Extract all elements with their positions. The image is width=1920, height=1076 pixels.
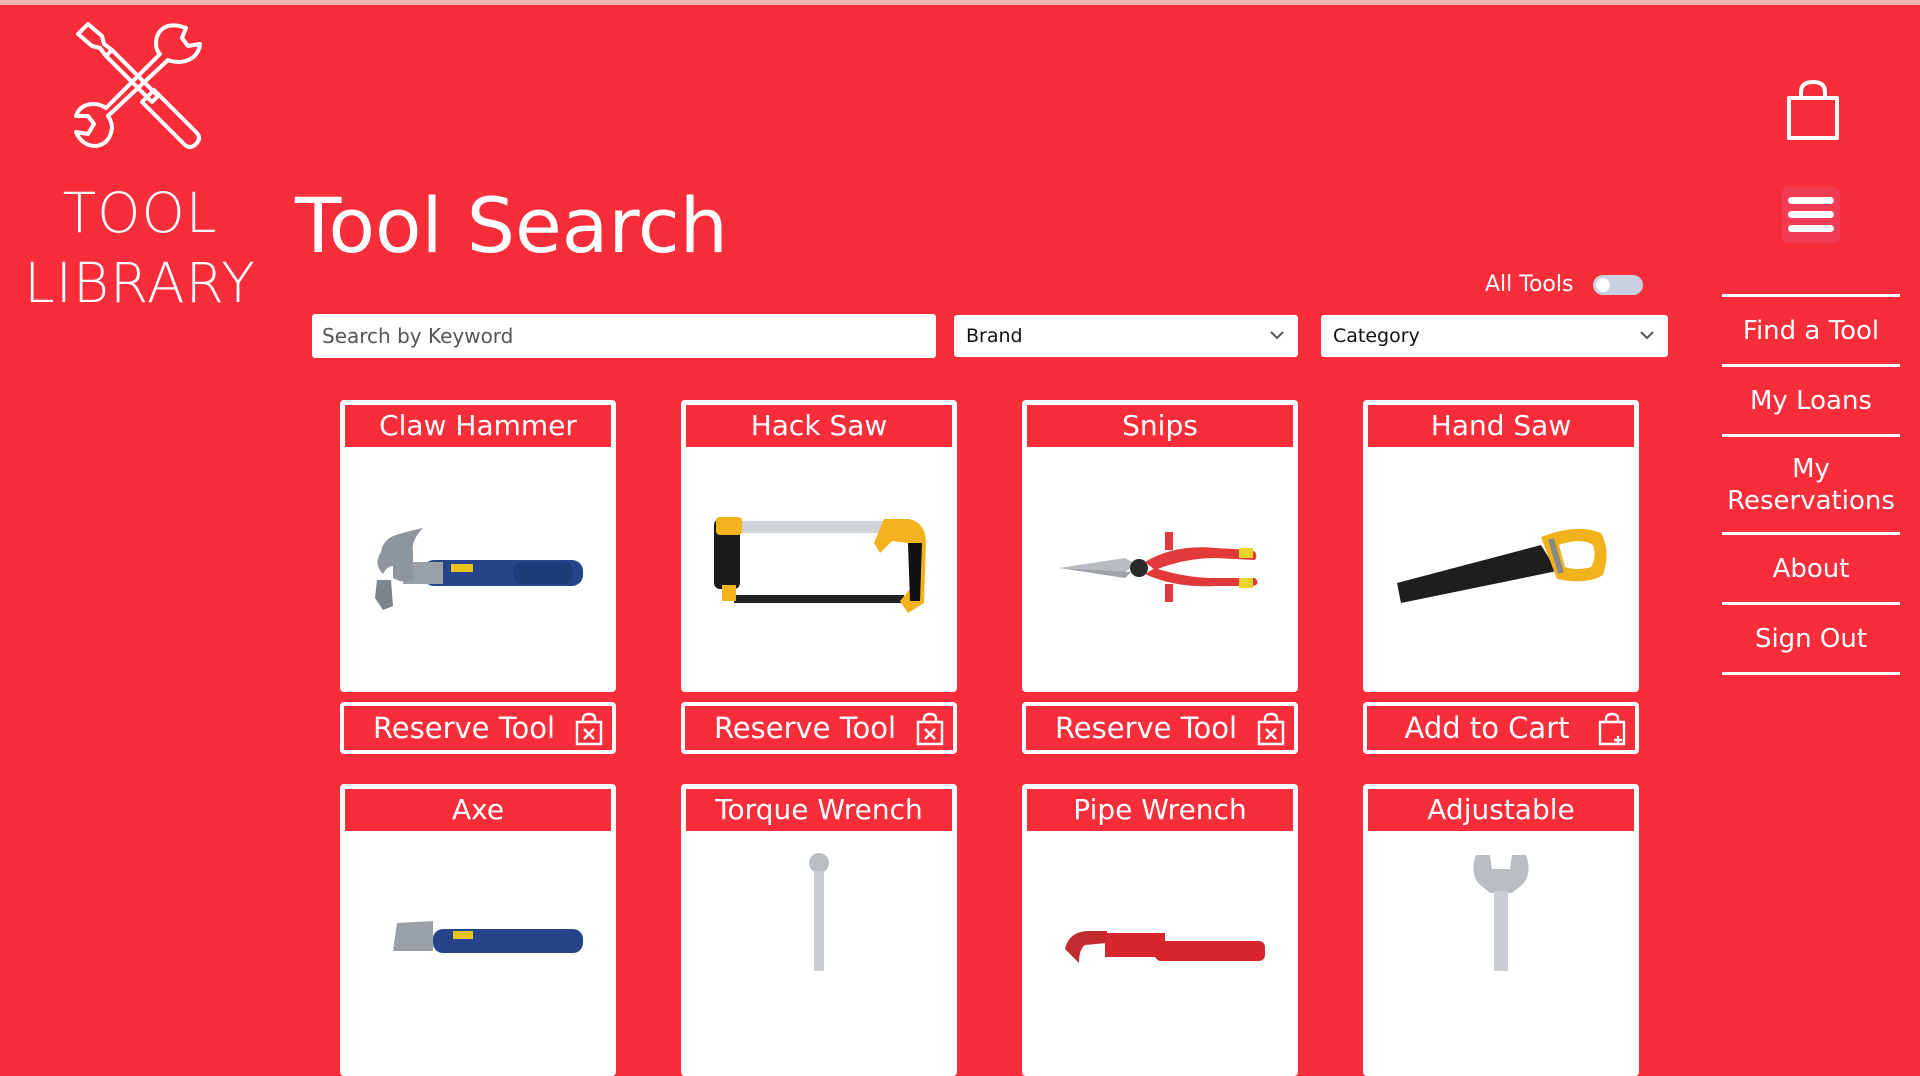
tool-card-body[interactable]: Adjustable <box>1363 784 1639 1076</box>
reserve-tool-label: Reserve Tool <box>372 711 556 745</box>
add-to-cart-label: Add to Cart <box>1404 711 1570 745</box>
brand-select-value: Brand <box>966 325 1023 347</box>
tool-image <box>1022 447 1298 689</box>
keyword-search-input[interactable] <box>312 314 936 358</box>
all-tools-toggle[interactable] <box>1593 274 1644 295</box>
nav-item-my-reservations-line1: My <box>1792 454 1830 484</box>
claw-hammer-icon <box>375 528 583 610</box>
brand-select[interactable]: Brand <box>954 315 1298 357</box>
tool-image <box>681 447 957 689</box>
tool-image <box>681 831 957 1073</box>
adjustable-wrench-icon <box>1473 855 1529 971</box>
nav-item-about[interactable]: About <box>1722 532 1900 602</box>
reserve-tool-label: Reserve Tool <box>1054 711 1238 745</box>
bag-plus-icon <box>1598 712 1626 746</box>
tool-image <box>1363 447 1639 689</box>
tool-card-body[interactable]: Snips <box>1022 400 1298 692</box>
tool-card-body[interactable]: Hack Saw <box>681 400 957 692</box>
tool-card-title: Hand Saw <box>1368 405 1634 447</box>
bag-x-icon <box>1257 712 1285 746</box>
hamburger-icon <box>1788 197 1834 232</box>
tool-card-body[interactable]: Pipe Wrench <box>1022 784 1298 1076</box>
reserve-tool-button[interactable]: Reserve Tool <box>1022 702 1298 754</box>
tool-card-title: Hack Saw <box>686 405 952 447</box>
hamburger-menu-button[interactable] <box>1782 187 1840 243</box>
nav-item-my-reservations-line2: Reservations <box>1727 486 1895 516</box>
tool-image <box>340 831 616 1073</box>
wrench-screwdriver-icon <box>74 22 202 149</box>
logo-text-line2: LIBRARY <box>24 251 256 315</box>
tool-card-body[interactable]: Claw Hammer <box>340 400 616 692</box>
hack-saw-icon <box>714 517 926 613</box>
nav-item-my-reservations[interactable]: My Reservations <box>1722 434 1900 532</box>
tool-card-title: Snips <box>1027 405 1293 447</box>
reserve-tool-label: Reserve Tool <box>713 711 897 745</box>
toggle-knob <box>1596 277 1611 292</box>
nav-item-sign-out[interactable]: Sign Out <box>1722 602 1900 675</box>
snips-icon <box>1059 532 1258 602</box>
hand-saw-icon <box>1397 528 1607 603</box>
tool-card-title: Axe <box>345 789 611 831</box>
chevron-down-icon <box>1270 331 1284 340</box>
tool-card-title: Torque Wrench <box>686 789 952 831</box>
category-select[interactable]: Category <box>1321 315 1668 357</box>
tool-card-body[interactable]: Hand Saw <box>1363 400 1639 692</box>
site-logo[interactable]: TOOL LIBRARY <box>0 20 280 318</box>
tool-card-title: Adjustable <box>1368 789 1634 831</box>
torque-wrench-icon <box>809 853 829 971</box>
all-tools-filter: All Tools <box>1485 272 1644 297</box>
side-nav: Find a Tool My Loans My Reservations Abo… <box>1722 294 1900 675</box>
nav-item-my-loans[interactable]: My Loans <box>1722 364 1900 434</box>
pipe-wrench-icon <box>1065 931 1265 963</box>
logo-text-line1: TOOL <box>62 181 218 245</box>
chevron-down-icon <box>1640 331 1654 340</box>
page-title: Tool Search <box>295 181 728 270</box>
tool-card-body[interactable]: Torque Wrench <box>681 784 957 1076</box>
tool-card-title: Claw Hammer <box>345 405 611 447</box>
all-tools-label: All Tools <box>1485 272 1574 297</box>
bag-x-icon <box>916 712 944 746</box>
reserve-tool-button[interactable]: Reserve Tool <box>681 702 957 754</box>
category-select-value: Category <box>1333 325 1420 347</box>
tool-image <box>340 447 616 689</box>
shopping-bag-icon[interactable] <box>1785 78 1841 142</box>
tool-image <box>1022 831 1298 1073</box>
tool-image <box>1363 831 1639 1073</box>
logo-text: TOOL LIBRARY <box>0 178 280 318</box>
nav-item-find-tool[interactable]: Find a Tool <box>1722 294 1900 364</box>
tool-card-body[interactable]: Axe <box>340 784 616 1076</box>
top-border-strip <box>0 0 1920 5</box>
bag-x-icon <box>575 712 603 746</box>
reserve-tool-button[interactable]: Reserve Tool <box>340 702 616 754</box>
add-to-cart-button[interactable]: Add to Cart <box>1363 702 1639 754</box>
axe-icon <box>393 921 583 953</box>
tool-card-title: Pipe Wrench <box>1027 789 1293 831</box>
